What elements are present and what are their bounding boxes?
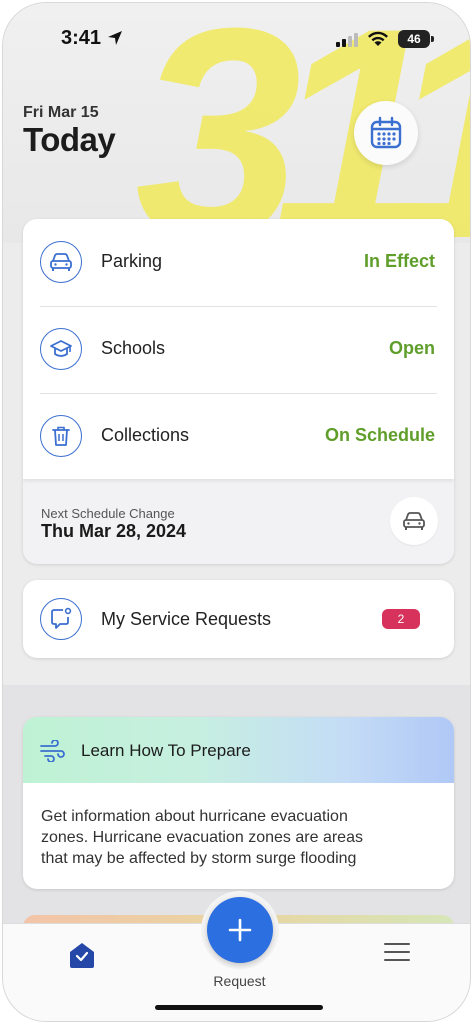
header-date: Fri Mar 15 [23, 104, 99, 121]
next-schedule-date: Thu Mar 28, 2024 [41, 521, 187, 541]
service-requests-label: My Service Requests [101, 609, 272, 629]
trash-icon [52, 426, 70, 446]
status-card: Parking In Effect Schools Open Collectio… [23, 219, 454, 564]
calendar-icon [370, 116, 402, 149]
learn-prepare-header: Learn How To Prepare [23, 717, 454, 783]
plus-icon [228, 918, 252, 942]
page-title: Today [23, 121, 116, 158]
learn-prepare-title: Learn How To Prepare [81, 741, 251, 760]
service-requests-card[interactable]: My Service Requests 2 [23, 580, 454, 658]
home-tab-icon[interactable] [67, 941, 97, 969]
wifi-icon [368, 31, 388, 46]
new-request-button[interactable] [207, 897, 273, 963]
status-list: Parking In Effect Schools Open Collectio… [23, 219, 454, 479]
status-row-value: In Effect [363, 251, 435, 271]
status-row-schools[interactable]: Schools Open [23, 306, 454, 393]
description-line: Get information about hurricane evacuati… [41, 808, 348, 825]
chat-bubble-icon [51, 607, 72, 629]
service-requests-count-badge: 2 [382, 609, 420, 629]
next-schedule-label: Next Schedule Change [41, 506, 175, 521]
status-row-value: On Schedule [324, 425, 435, 445]
status-time: 3:41 [61, 27, 102, 49]
status-row-label: Collections [101, 425, 190, 445]
menu-icon[interactable] [383, 941, 411, 963]
phone-screen: 311 3:41 46 Fri Mar 15 Today [2, 2, 471, 1022]
graduation-cap-icon [50, 340, 72, 357]
battery-tip [431, 36, 434, 42]
battery-icon: 46 [398, 30, 430, 48]
learn-prepare-description: Get information about hurricane evacuati… [41, 806, 436, 869]
car-icon [50, 253, 72, 271]
service-requests-icon-wrap [40, 598, 82, 640]
status-row-value: Open [388, 338, 435, 358]
status-row-label: Parking [101, 251, 163, 271]
next-schedule-car-button[interactable] [390, 497, 438, 545]
status-bar: 3:41 46 [3, 27, 470, 55]
status-row-icon-wrap [40, 328, 82, 370]
description-line: zones. Hurricane evacuation zones are ar… [41, 829, 363, 846]
status-row-icon-wrap [40, 415, 82, 457]
home-indicator [155, 1005, 323, 1010]
status-row-collections[interactable]: Collections On Schedule [23, 393, 454, 480]
calendar-button[interactable] [354, 101, 418, 165]
wind-icon [40, 740, 65, 762]
location-arrow-icon [108, 31, 122, 45]
status-row-icon-wrap [40, 241, 82, 283]
learn-prepare-card[interactable]: Learn How To Prepare Get information abo… [23, 717, 454, 889]
cellular-signal-icon [336, 33, 358, 47]
description-line: that may be affected by storm surge floo… [41, 850, 357, 867]
status-row-parking[interactable]: Parking In Effect [23, 219, 454, 306]
request-tab-label[interactable]: Request [3, 973, 470, 989]
car-icon [403, 512, 425, 530]
status-row-label: Schools [101, 338, 166, 358]
